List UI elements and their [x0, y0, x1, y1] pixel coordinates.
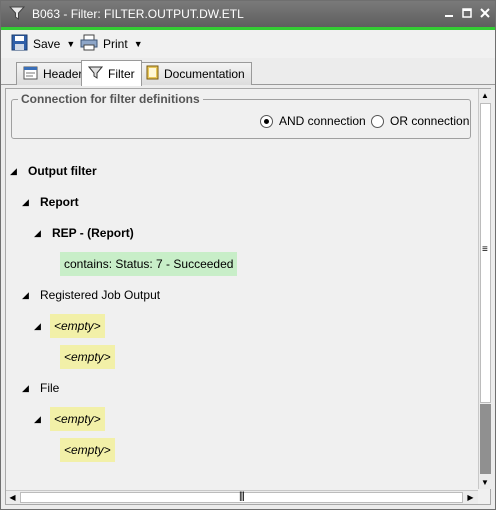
- registered-job-output-label: Registered Job Output: [40, 288, 161, 302]
- vertical-scroll-track[interactable]: [480, 404, 491, 474]
- empty-placeholder-chip[interactable]: <empty>: [50, 407, 105, 431]
- filter-window: B063 - Filter: FILTER.OUTPUT.DW.ETL Save…: [0, 0, 496, 510]
- print-dropdown-icon[interactable]: ▼: [134, 39, 143, 49]
- connection-legend: Connection for filter definitions: [18, 92, 203, 106]
- connection-group: Connection for filter definitions AND co…: [11, 92, 471, 139]
- toolbar: Save ▼ Print ▼: [1, 30, 495, 58]
- tab-filter[interactable]: Filter: [81, 60, 142, 86]
- maximize-button[interactable]: [460, 6, 474, 20]
- scroll-left-arrow-icon[interactable]: ◀: [6, 491, 19, 504]
- book-icon: [146, 65, 159, 83]
- collapse-arrow-icon[interactable]: ◢: [22, 197, 34, 208]
- collapse-arrow-icon[interactable]: ◢: [22, 383, 34, 394]
- horizontal-scroll-thumb[interactable]: |||: [20, 491, 463, 503]
- or-connection-radio[interactable]: OR connection: [371, 114, 469, 128]
- print-label: Print: [103, 37, 128, 51]
- collapse-arrow-icon[interactable]: ◢: [34, 228, 46, 239]
- tree-node-report[interactable]: ◢ Report: [22, 190, 79, 214]
- vertical-scrollbar[interactable]: ▲ ≡ ▼: [478, 89, 491, 489]
- close-button[interactable]: [478, 6, 492, 20]
- tab-documentation[interactable]: Documentation: [139, 62, 252, 85]
- output-filter-label: Output filter: [28, 164, 97, 178]
- tab-documentation-label: Documentation: [164, 67, 245, 81]
- print-button[interactable]: Print ▼: [80, 34, 143, 54]
- scroll-down-arrow-icon[interactable]: ▼: [479, 476, 491, 489]
- empty-placeholder-chip[interactable]: <empty>: [60, 345, 115, 369]
- tree-node-file-empty-item[interactable]: <empty>: [60, 438, 115, 462]
- tree-node-output-filter[interactable]: ◢ Output filter: [10, 159, 97, 183]
- tab-header-label: Header: [43, 67, 83, 81]
- collapse-arrow-icon[interactable]: ◢: [10, 166, 22, 177]
- tree-node-registered-job-output[interactable]: ◢ Registered Job Output: [22, 283, 160, 307]
- file-label: File: [40, 381, 60, 395]
- condition-chip[interactable]: contains: Status: 7 - Succeeded: [60, 252, 238, 276]
- tree-node-file[interactable]: ◢ File: [22, 376, 59, 400]
- or-connection-label: OR connection: [390, 114, 470, 128]
- save-button[interactable]: Save ▼: [11, 34, 75, 54]
- floppy-disk-icon: [11, 34, 28, 54]
- tree-node-rep-report[interactable]: ◢ REP - (Report): [34, 221, 134, 245]
- printer-icon: [80, 34, 98, 54]
- minimize-button[interactable]: [442, 6, 456, 20]
- and-connection-radio[interactable]: AND connection: [260, 114, 366, 128]
- tab-header[interactable]: Header: [16, 62, 90, 85]
- tree-node-rjo-empty-item[interactable]: <empty>: [60, 345, 115, 369]
- grip-icon: ≡: [482, 244, 488, 255]
- vertical-scroll-thumb[interactable]: ≡: [480, 103, 491, 403]
- tab-filter-label: Filter: [108, 66, 135, 81]
- grip-icon: |||: [239, 491, 245, 502]
- scroll-area: Connection for filter definitions AND co…: [6, 89, 478, 489]
- tab-strip: Header Filter Documentation: [1, 58, 495, 86]
- collapse-arrow-icon[interactable]: ◢: [22, 290, 34, 301]
- window-title: B063 - Filter: FILTER.OUTPUT.DW.ETL: [32, 7, 244, 21]
- horizontal-scrollbar[interactable]: ◀ ||| ▶: [6, 490, 478, 504]
- rep-report-label: REP - (Report): [52, 226, 134, 240]
- radio-selected-icon: [260, 114, 273, 128]
- tree-node-file-empty-group[interactable]: ◢ <empty>: [34, 407, 105, 431]
- scroll-right-arrow-icon[interactable]: ▶: [464, 491, 477, 504]
- collapse-arrow-icon[interactable]: ◢: [34, 321, 46, 332]
- title-bar[interactable]: B063 - Filter: FILTER.OUTPUT.DW.ETL: [1, 1, 495, 27]
- filter-editor-panel: Connection for filter definitions AND co…: [5, 88, 491, 505]
- filter-funnel-icon: [87, 65, 104, 83]
- scroll-up-arrow-icon[interactable]: ▲: [479, 89, 491, 102]
- filter-funnel-icon: [8, 5, 26, 21]
- and-connection-label: AND connection: [279, 114, 366, 128]
- tree-node-rep-condition[interactable]: contains: Status: 7 - Succeeded: [60, 252, 238, 276]
- header-doc-icon: [23, 66, 38, 83]
- tree-node-rjo-empty-group[interactable]: ◢ <empty>: [34, 314, 105, 338]
- radio-unselected-icon: [371, 114, 384, 128]
- save-dropdown-icon[interactable]: ▼: [66, 39, 75, 49]
- save-label: Save: [33, 37, 61, 51]
- empty-placeholder-chip[interactable]: <empty>: [50, 314, 105, 338]
- report-label: Report: [40, 195, 79, 209]
- collapse-arrow-icon[interactable]: ◢: [34, 414, 46, 425]
- empty-placeholder-chip[interactable]: <empty>: [60, 438, 115, 462]
